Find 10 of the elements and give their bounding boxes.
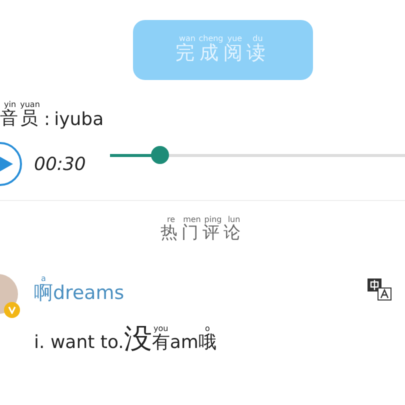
elapsed-time: 00:30 [34,154,86,174]
section-title: 热 re 门 men 评 ping 论 lun [160,215,246,244]
play-icon [0,155,13,173]
slider-thumb[interactable] [151,146,170,164]
separator: : [44,109,50,130]
progress-slider[interactable] [110,146,405,164]
translate-icon[interactable] [367,278,393,302]
announcer-label: 音 yin 员 yuan [0,100,40,130]
announcer-name: iyuba [54,109,104,130]
username[interactable]: 啊 a dreams [34,274,124,306]
